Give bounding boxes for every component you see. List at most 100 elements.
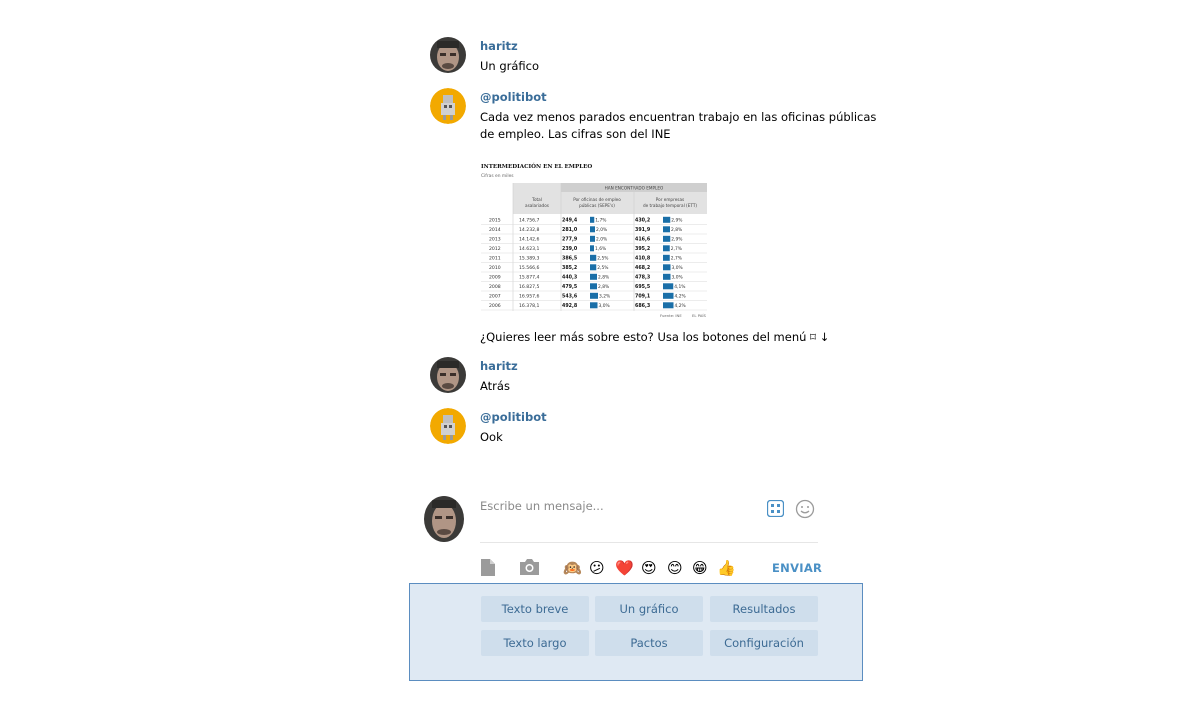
bar-sepe [590, 226, 595, 233]
row-ett-value: 709,1 [635, 293, 650, 299]
keyboard-button-configuracion[interactable]: Configuración [710, 630, 818, 656]
row-ett-pct: 2,8% [671, 227, 682, 233]
bar-ett [663, 216, 671, 223]
row-sepe-value: 440,3 [562, 274, 577, 280]
row-total: 14.142,6 [519, 236, 540, 242]
row-ett-pct: 4,2% [675, 293, 686, 299]
emoji-heart-eyes[interactable]: 😍 [641, 558, 657, 578]
column-header-sepe-line2: públicas (SEPE's) [579, 203, 615, 208]
bar-sepe [590, 245, 594, 252]
avatar-haritz[interactable] [430, 357, 466, 393]
row-sepe-value: 386,5 [562, 255, 577, 261]
row-ett-pct: 4,1% [674, 284, 685, 290]
author-name[interactable]: haritz [480, 359, 518, 373]
emoji-smile-icon[interactable] [795, 499, 815, 519]
chart-credit: EL PAÍS [692, 313, 706, 318]
message-text-line-1: Cada vez menos parados encuentran trabaj… [480, 110, 877, 124]
row-sepe-pct: 2,5% [597, 265, 608, 271]
avatar-politibot[interactable] [430, 88, 466, 124]
author-name[interactable]: @politibot [480, 90, 547, 104]
row-year: 2014 [489, 227, 501, 233]
keyboard-button-texto-largo[interactable]: Texto largo [481, 630, 589, 656]
chart-image[interactable]: INTERMEDIACIÓN EN EL EMPLEO Cifras en mil… [480, 158, 710, 320]
keyboard-button-un-grafico[interactable]: Un gráfico [595, 596, 703, 622]
avatar-haritz[interactable] [430, 37, 466, 73]
row-sepe-value: 249,4 [562, 217, 578, 223]
author-name[interactable]: haritz [480, 39, 518, 53]
chart-title: INTERMEDIACIÓN EN EL EMPLEO [481, 162, 592, 170]
emoji-see-no-evil-monkey[interactable]: 🙉 [563, 558, 582, 578]
row-sepe-pct: 2,8% [598, 274, 609, 280]
emoji-heart[interactable]: ❤️ [615, 558, 634, 578]
avatar-politibot[interactable] [430, 408, 466, 444]
composer-toolbar: 🙉 😕 ❤️ 😍 😊 😁 👍 ENVIAR [480, 558, 822, 580]
bar-ett [663, 302, 674, 309]
row-year: 2011 [489, 255, 501, 261]
row-total: 16.827,5 [519, 284, 540, 290]
message-text: Ook [480, 430, 503, 444]
emoji-thumbs-up[interactable]: 👍 [717, 558, 736, 578]
row-ett-value: 391,9 [635, 227, 651, 233]
bar-ett [663, 292, 674, 299]
row-sepe-pct: 3,0% [599, 303, 610, 309]
keyboard-button-resultados[interactable]: Resultados [710, 596, 818, 622]
send-button[interactable]: ENVIAR [772, 561, 822, 575]
bar-sepe [590, 264, 597, 271]
row-ett-pct: 2,9% [671, 217, 682, 223]
bar-sepe [590, 292, 598, 299]
row-total: 15.566,6 [519, 265, 540, 271]
row-sepe-value: 543,6 [562, 293, 578, 299]
row-sepe-value: 492,8 [562, 303, 578, 309]
author-name[interactable]: @politibot [480, 410, 547, 424]
message-text-line-2: de empleo. Las cifras son del INE [480, 127, 671, 141]
row-sepe-pct: 2,8% [598, 284, 609, 290]
bar-sepe [590, 283, 597, 290]
row-year: 2012 [489, 246, 501, 252]
column-header-ett-line1: Por empresas [656, 197, 684, 202]
row-year: 2007 [489, 293, 501, 299]
bar-sepe [590, 273, 597, 280]
row-total: 16.957,6 [519, 293, 540, 299]
message-input[interactable]: Escribe un mensaje... [480, 497, 818, 543]
chart-subtitle: Cifras en miles [481, 173, 514, 179]
emoji-blush[interactable]: 😊 [667, 558, 683, 578]
row-sepe-value: 385,2 [562, 265, 577, 271]
bot-keyboard-icon[interactable] [766, 499, 785, 518]
row-sepe-value: 239,0 [562, 246, 578, 252]
emoji-confused-face[interactable]: 😕 [589, 558, 605, 578]
row-sepe-pct: 1,6% [595, 246, 606, 252]
row-sepe-value: 281,0 [562, 227, 578, 233]
chart-source: Fuente: INE [660, 313, 682, 318]
column-header-total-line1: Total [531, 197, 542, 202]
keyboard-button-pactos[interactable]: Pactos [595, 630, 703, 656]
row-total: 16.378,1 [519, 303, 540, 309]
row-year: 2010 [489, 265, 501, 271]
bar-sepe [590, 216, 595, 223]
row-ett-pct: 3,0% [672, 265, 683, 271]
avatar-current-user [424, 496, 464, 542]
row-ett-value: 686,3 [635, 303, 650, 309]
bar-ett [663, 254, 670, 261]
bar-ett [663, 283, 674, 290]
row-ett-value: 416,6 [635, 236, 651, 242]
group-header-label: HAN ENCONTRADO EMPLEO [605, 186, 664, 191]
row-ett-pct: 2,7% [671, 255, 682, 261]
row-sepe-pct: 1,7% [595, 217, 606, 223]
row-ett-value: 468,2 [635, 265, 650, 271]
emoji-grin[interactable]: 😁 [692, 558, 708, 578]
attach-file-icon[interactable] [480, 559, 496, 580]
bar-sepe [590, 302, 598, 309]
row-ett-pct: 2,9% [671, 236, 682, 242]
bar-ett [663, 235, 671, 242]
row-sepe-value: 277,9 [562, 236, 578, 242]
row-total: 14.232,8 [519, 227, 540, 233]
employment-table-chart: INTERMEDIACIÓN EN EL EMPLEO Cifras en mil… [481, 162, 707, 318]
row-total: 15.389,3 [519, 255, 540, 261]
column-header-total-line2: asalariados [525, 203, 549, 208]
bot-reply-keyboard: Texto breve Un gráfico Resultados Texto … [409, 583, 863, 681]
bar-ett [663, 245, 670, 252]
camera-icon[interactable] [520, 559, 539, 579]
bar-ett [663, 273, 671, 280]
row-total: 14.756,7 [519, 217, 540, 223]
keyboard-button-texto-breve[interactable]: Texto breve [481, 596, 589, 622]
